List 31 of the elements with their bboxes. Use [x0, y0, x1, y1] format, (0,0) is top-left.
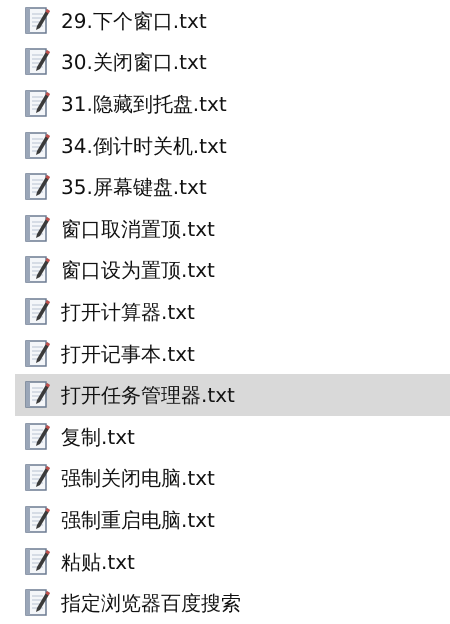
text-file-icon: [25, 422, 51, 451]
text-file-icon: [25, 381, 51, 410]
text-file-icon: [25, 48, 51, 76]
file-name: 35.屏幕键盘.txt: [61, 174, 207, 202]
file-name: 30.关闭窗口.txt: [61, 49, 207, 76]
file-name: 指定浏览器百度搜索: [61, 590, 241, 618]
file-name: 复制.txt: [61, 424, 135, 451]
text-file-icon: [25, 298, 51, 326]
file-name: 31.隐藏到托盘.txt: [61, 90, 227, 118]
text-file-icon: [25, 340, 51, 368]
file-name: 强制重启电脑.txt: [61, 506, 215, 534]
file-name: 29.下个窗口.txt: [61, 8, 207, 35]
file-name: 34.倒计时关机.txt: [61, 132, 227, 160]
file-name: 粘贴.txt: [61, 548, 135, 576]
file-name: 打开计算器.txt: [61, 298, 195, 326]
text-file-icon: [25, 464, 51, 492]
file-name: 打开记事本.txt: [61, 340, 195, 368]
text-file-icon: [25, 256, 51, 284]
text-file-icon: [25, 548, 51, 576]
file-name: 窗口取消置顶.txt: [61, 216, 215, 243]
text-file-icon: [25, 132, 51, 160]
text-file-icon: [25, 506, 51, 534]
file-name: 打开任务管理器.txt: [61, 382, 235, 410]
file-name: 强制关闭电脑.txt: [61, 465, 215, 492]
file-item[interactable]: 打开任务管理器.txt: [15, 374, 450, 416]
text-file-icon: [25, 173, 51, 202]
text-file-icon: [25, 6, 51, 35]
text-file-icon: [25, 214, 51, 243]
text-file-icon: [25, 90, 51, 118]
text-file-icon: [25, 589, 51, 618]
file-name: 窗口设为置顶.txt: [61, 257, 215, 284]
